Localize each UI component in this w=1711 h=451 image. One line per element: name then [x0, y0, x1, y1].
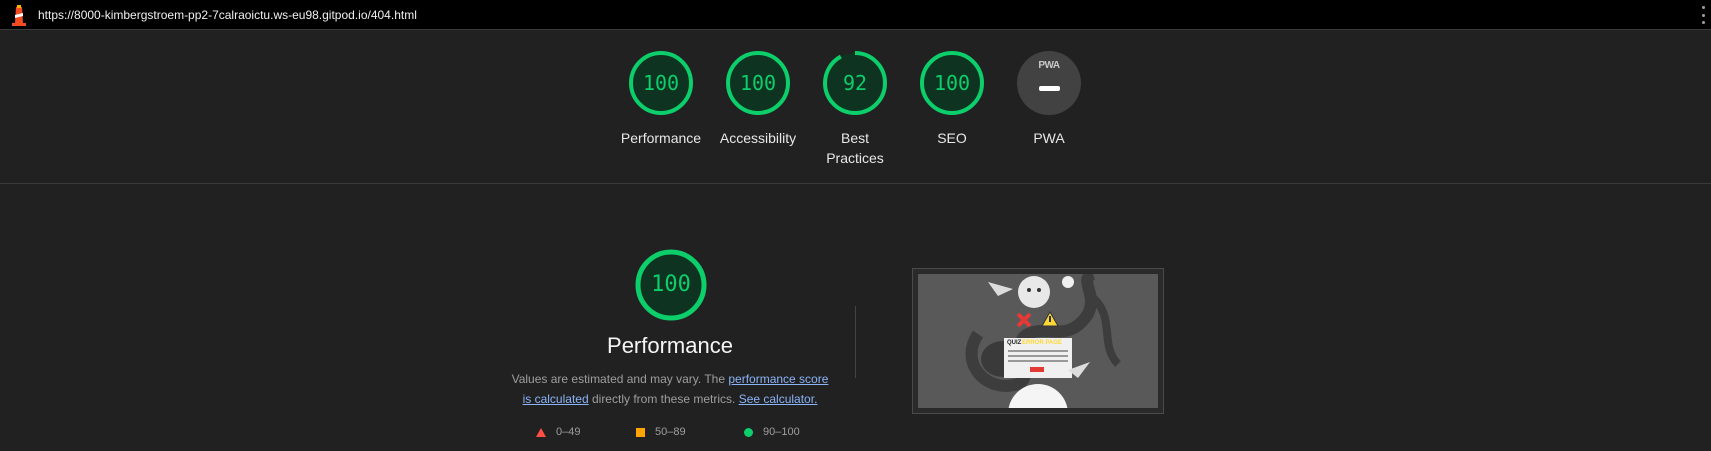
- gauge-pwa[interactable]: PWA PWA: [999, 50, 1099, 148]
- performance-gauge: 100: [634, 248, 708, 322]
- legend-range: 90–100: [763, 426, 800, 438]
- lighthouse-logo-icon: [12, 5, 26, 26]
- performance-description: Values are estimated and may vary. The p…: [506, 369, 834, 409]
- gauge-accessibility[interactable]: 100 Accessibility: [708, 50, 808, 148]
- pwa-dash-icon: [1039, 86, 1060, 91]
- gauge-label: Performance: [620, 130, 702, 146]
- more-menu-icon[interactable]: [1697, 6, 1709, 24]
- gauge-performance[interactable]: 100 Performance: [611, 50, 711, 148]
- top-bar: https://8000-kimbergstroem-pp2-7calraoic…: [0, 0, 1711, 30]
- desc-text: directly from these metrics.: [588, 392, 739, 406]
- gauge-label: Accessibility: [719, 130, 797, 146]
- legend-pass: 90–100: [744, 426, 800, 438]
- section-divider: [855, 306, 856, 378]
- gauge-label: Best Practices: [826, 130, 884, 166]
- circle-icon: [744, 427, 753, 437]
- gauge-score: 100: [933, 71, 971, 95]
- gauge-score: 100: [739, 71, 777, 95]
- triangle-icon: [536, 427, 546, 437]
- gauge-score: 100: [642, 71, 680, 95]
- page-url[interactable]: https://8000-kimbergstroem-pp2-7calraoic…: [38, 8, 417, 22]
- legend-average: 50–89: [636, 426, 686, 438]
- pwa-badge-text: PWA: [1038, 60, 1060, 71]
- see-calculator-link[interactable]: See calculator.: [739, 392, 818, 406]
- final-screenshot[interactable]: QUIZ ERROR PAGE: [912, 268, 1164, 414]
- legend-fail: 0–49: [536, 426, 580, 438]
- screenshot-image: QUIZ ERROR PAGE: [918, 274, 1158, 408]
- square-icon: [636, 427, 645, 437]
- thumb-logo-right: ERROR PAGE: [1022, 340, 1062, 346]
- gauge-seo[interactable]: 100 SEO: [902, 50, 1002, 148]
- category-gauges: 100 Performance 100 Accessibility 92 Bes…: [0, 30, 1711, 184]
- gauge-label: PWA: [1033, 130, 1065, 146]
- performance-title: Performance: [607, 333, 733, 358]
- gauge-best-practices[interactable]: 92 Best Practices: [805, 50, 905, 168]
- desc-text: Values are estimated and may vary. The: [511, 372, 729, 386]
- legend-range: 50–89: [655, 426, 686, 438]
- thumb-logo-left: QUIZ: [1007, 340, 1022, 346]
- gauge-score: 92: [842, 71, 868, 95]
- legend-range: 0–49: [556, 426, 581, 438]
- error-page-illustration: QUIZ ERROR PAGE: [965, 274, 1122, 408]
- performance-score: 100: [651, 272, 691, 297]
- gauge-label: SEO: [937, 130, 967, 146]
